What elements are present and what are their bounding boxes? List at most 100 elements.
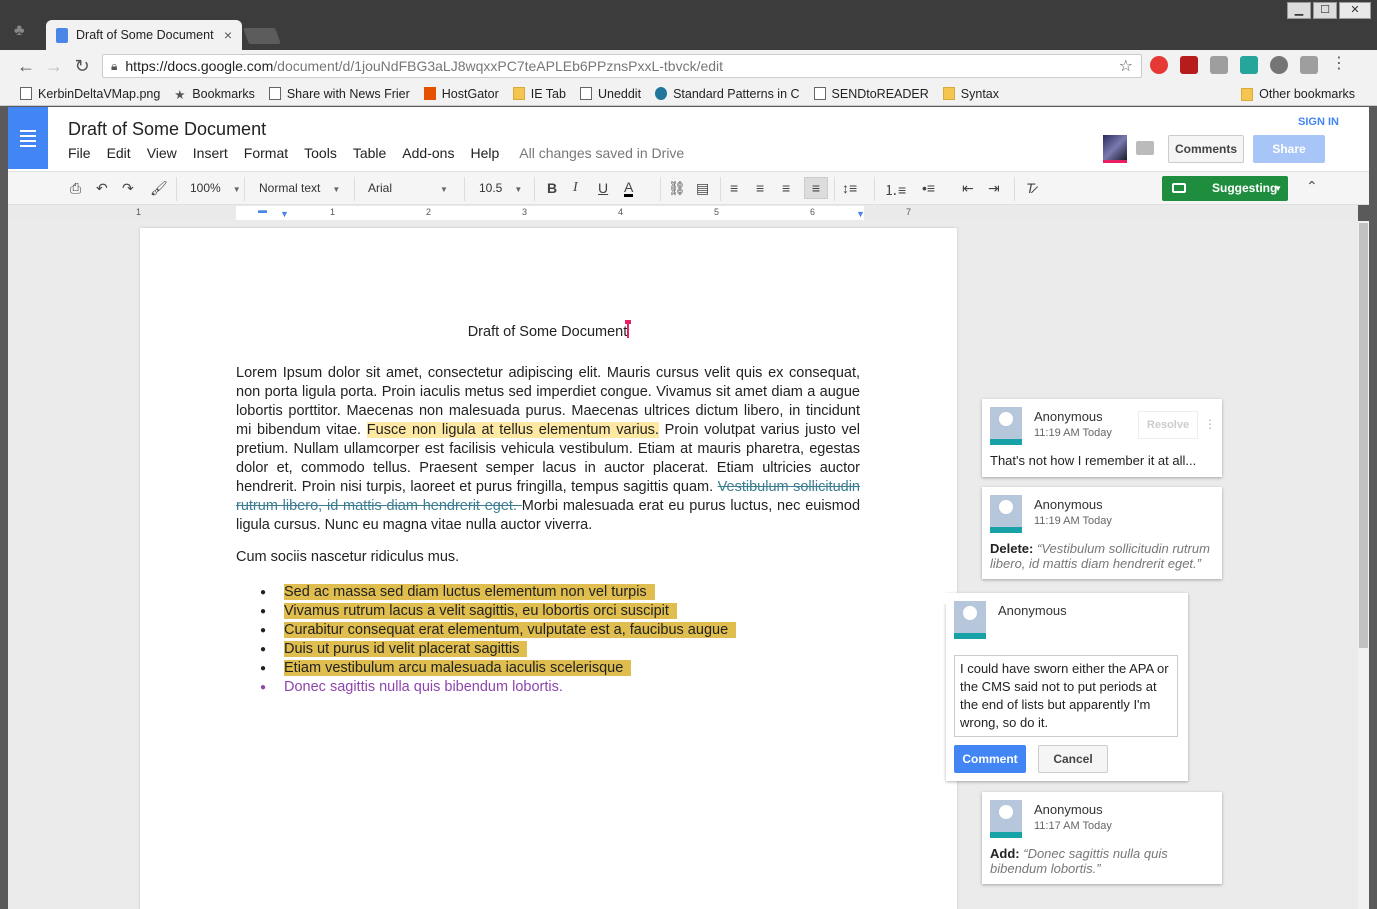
resolve-button[interactable]: Resolve bbox=[1138, 411, 1198, 439]
text-color-icon[interactable]: A bbox=[624, 180, 634, 197]
bold-icon[interactable]: B bbox=[547, 180, 557, 196]
menu-view[interactable]: View bbox=[147, 145, 177, 161]
italic-icon[interactable]: I bbox=[573, 180, 578, 196]
menu-addons[interactable]: Add-ons bbox=[402, 145, 454, 161]
reload-icon[interactable]: ↻ bbox=[68, 56, 96, 77]
ublock-extension-icon[interactable] bbox=[1180, 56, 1198, 74]
extension-globe-icon[interactable] bbox=[1270, 56, 1288, 74]
bookmark-item[interactable]: SENDtoREADER bbox=[813, 87, 929, 101]
comment-icon[interactable]: ▤ bbox=[696, 180, 709, 197]
more-options-icon[interactable]: ⋮ bbox=[1204, 417, 1216, 431]
forward-arrow-icon[interactable]: → bbox=[40, 56, 68, 77]
paint-format-icon[interactable]: 🖌︎ bbox=[150, 180, 168, 197]
list-item[interactable]: Etiam vestibulum arcu malesuada iaculis … bbox=[260, 659, 736, 678]
chat-icon[interactable] bbox=[1136, 141, 1154, 155]
redo-icon[interactable]: ↷ bbox=[122, 180, 134, 197]
list-item[interactable]: Duis ut purus id velit placerat sagittis bbox=[260, 640, 736, 659]
back-arrow-icon[interactable]: ← bbox=[12, 56, 40, 77]
menu-help[interactable]: Help bbox=[470, 145, 499, 161]
maximize-button[interactable]: ☐ bbox=[1313, 2, 1337, 19]
sign-in-link[interactable]: SIGN IN bbox=[1298, 116, 1339, 128]
align-justify-icon[interactable]: ≡ bbox=[804, 177, 828, 199]
align-right-icon[interactable]: ≡ bbox=[782, 180, 790, 196]
chevron-down-icon[interactable]: ▼ bbox=[1274, 176, 1282, 201]
other-bookmarks[interactable]: Other bookmarks bbox=[1241, 87, 1355, 101]
extension-s-icon[interactable] bbox=[1300, 56, 1318, 74]
save-status[interactable]: All changes saved in Drive bbox=[519, 145, 684, 161]
line-spacing-icon[interactable]: ↕≡ bbox=[842, 180, 857, 196]
bookmark-item[interactable]: KerbinDeltaVMap.png bbox=[20, 87, 160, 101]
style-select[interactable]: Normal text ▼ bbox=[259, 181, 340, 195]
comment-card[interactable]: Anonymous 11:19 AM Today Resolve ⋮ That'… bbox=[982, 399, 1222, 477]
right-indent-marker[interactable]: ▼ bbox=[856, 209, 865, 219]
address-bar[interactable]: 🔒︎ https://docs.google.com /document/d/1… bbox=[102, 54, 1142, 78]
bookmark-item[interactable]: Uneddit bbox=[579, 87, 641, 101]
bookmark-item[interactable]: ★ Bookmarks bbox=[174, 87, 255, 103]
comment-input[interactable]: I could have sworn either the APA or the… bbox=[954, 655, 1178, 737]
menu-tools[interactable]: Tools bbox=[304, 145, 337, 161]
commented-text[interactable]: Fusce non ligula at tellus elementum var… bbox=[366, 422, 659, 438]
suggesting-mode-button[interactable]: Suggesting ▼ bbox=[1162, 176, 1288, 201]
list-item[interactable]: Vivamus rutrum lacus a velit sagittis, e… bbox=[260, 602, 736, 621]
document-page[interactable]: Draft of Some Document Lorem Ipsum dolor… bbox=[140, 228, 957, 909]
comment-time: 11:19 AM Today bbox=[1034, 427, 1112, 439]
tab-close-icon[interactable]: × bbox=[224, 27, 232, 43]
menu-table[interactable]: Table bbox=[353, 145, 386, 161]
extension-icon[interactable] bbox=[1210, 56, 1228, 74]
decrease-indent-icon[interactable]: ⇤ bbox=[962, 180, 974, 197]
bookmark-item[interactable]: Share with News Frier bbox=[268, 87, 410, 101]
comments-button[interactable]: Comments bbox=[1168, 135, 1244, 163]
align-center-icon[interactable]: ≡ bbox=[756, 180, 764, 196]
undo-icon[interactable]: ↶ bbox=[96, 180, 108, 197]
suggestion-card[interactable]: Anonymous 11:19 AM Today Delete: “Vestib… bbox=[982, 487, 1222, 579]
menu-file[interactable]: File bbox=[68, 145, 91, 161]
shield-extension-icon[interactable] bbox=[1150, 56, 1168, 74]
bookmark-item[interactable]: HostGator bbox=[423, 87, 499, 101]
font-size-select[interactable]: 10.5 ▼ bbox=[479, 181, 522, 195]
document-title[interactable]: Draft of Some Document bbox=[68, 119, 266, 140]
extension-badge-icon[interactable] bbox=[1240, 56, 1258, 74]
font-select[interactable]: Arial ▼ bbox=[368, 181, 448, 195]
cancel-button[interactable]: Cancel bbox=[1038, 745, 1108, 773]
close-window-button[interactable]: ✕ bbox=[1339, 2, 1371, 19]
comment-submit-button[interactable]: Comment bbox=[954, 745, 1026, 773]
left-indent-marker[interactable]: ▼ bbox=[280, 209, 289, 219]
bookmark-star-icon[interactable]: ☆ bbox=[1119, 56, 1133, 76]
suggestion-card[interactable]: Anonymous 11:17 AM Today Add: “Donec sag… bbox=[982, 792, 1222, 884]
paragraph[interactable]: Cum sociis nascetur ridiculus mus. bbox=[236, 549, 459, 565]
chrome-menu-icon[interactable]: ⋮ bbox=[1330, 56, 1348, 74]
bulleted-list-icon[interactable]: •≡ bbox=[922, 180, 935, 196]
zoom-select[interactable]: 100% ▼ bbox=[190, 181, 241, 195]
docs-home-icon[interactable] bbox=[8, 107, 48, 169]
clear-formatting-icon[interactable]: T̷ bbox=[1026, 180, 1035, 196]
document-heading[interactable]: Draft of Some Document bbox=[140, 320, 957, 340]
vertical-scrollbar[interactable] bbox=[1358, 221, 1369, 909]
menu-edit[interactable]: Edit bbox=[107, 145, 131, 161]
first-line-indent-marker[interactable]: ▬ bbox=[258, 205, 267, 215]
scrollbar-thumb[interactable] bbox=[1359, 223, 1368, 648]
numbered-list-icon[interactable]: ⒈≡ bbox=[884, 180, 906, 200]
underline-icon[interactable]: U bbox=[598, 180, 608, 196]
browser-tab[interactable]: Draft of Some Document × bbox=[46, 20, 242, 50]
suggested-list-item[interactable]: Donec sagittis nulla quis bibendum lobor… bbox=[260, 678, 736, 697]
ruler[interactable]: 1 1 2 3 4 5 6 7 ▬ ▼ ▼ bbox=[8, 205, 1358, 221]
new-tab-button[interactable] bbox=[243, 28, 281, 44]
bookmark-item[interactable]: Standard Patterns in C bbox=[655, 87, 800, 101]
link-icon[interactable]: ⛓︎ bbox=[668, 180, 686, 197]
menu-insert[interactable]: Insert bbox=[193, 145, 228, 161]
bookmark-item[interactable]: IE Tab bbox=[512, 87, 566, 101]
share-button[interactable]: Share bbox=[1253, 135, 1325, 163]
increase-indent-icon[interactable]: ⇥ bbox=[988, 180, 1000, 197]
collapse-menu-icon[interactable]: ⌃ bbox=[1306, 178, 1318, 195]
bookmark-item[interactable]: Syntax bbox=[942, 87, 999, 101]
profile-icon[interactable]: ♣ bbox=[14, 22, 25, 40]
new-comment-card[interactable]: Anonymous I could have sworn either the … bbox=[934, 593, 1188, 781]
avatar[interactable] bbox=[1103, 135, 1127, 163]
print-icon[interactable]: ⎙ bbox=[70, 180, 81, 197]
minimize-button[interactable]: ▁ bbox=[1287, 2, 1311, 19]
menu-format[interactable]: Format bbox=[244, 145, 288, 161]
paragraph[interactable]: Lorem Ipsum dolor sit amet, consectetur … bbox=[236, 364, 860, 535]
align-left-icon[interactable]: ≡ bbox=[730, 180, 738, 196]
list-item[interactable]: Curabitur consequat erat elementum, vulp… bbox=[260, 621, 737, 640]
list-item[interactable]: Sed ac massa sed diam luctus elementum n… bbox=[260, 583, 736, 602]
